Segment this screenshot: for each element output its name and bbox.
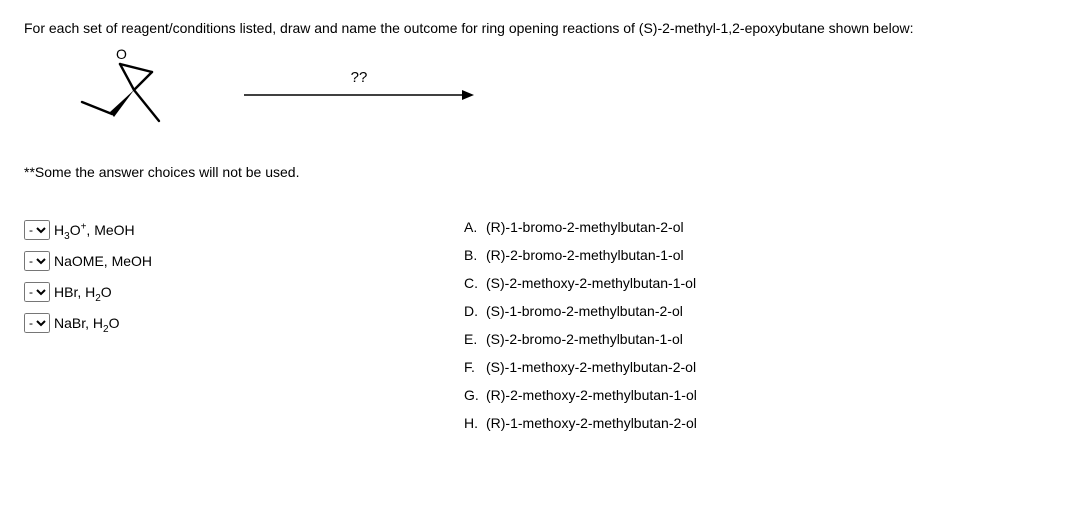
answer-d: D. (S)-1-bromo-2-methylbutan-2-ol — [464, 304, 697, 318]
answer-letter: G. — [464, 388, 480, 402]
answer-letter: D. — [464, 304, 480, 318]
answer-g: G. (R)-2-methoxy-2-methylbutan-1-ol — [464, 388, 697, 402]
question-text: For each set of reagent/conditions liste… — [24, 20, 1059, 36]
reagent-select-2[interactable]: - — [24, 251, 50, 271]
answer-text: (R)-2-bromo-2-methylbutan-1-ol — [486, 248, 684, 262]
reagent-row-2: - NaOME, MeOH — [24, 251, 284, 271]
answer-c: C. (S)-2-methoxy-2-methylbutan-1-ol — [464, 276, 697, 290]
answer-b: B. (R)-2-bromo-2-methylbutan-1-ol — [464, 248, 697, 262]
answer-letter: F. — [464, 360, 480, 374]
answer-h: H. (R)-1-methoxy-2-methylbutan-2-ol — [464, 416, 697, 430]
reagent-label-2: NaOME, MeOH — [54, 253, 152, 269]
answer-a: A. (R)-1-bromo-2-methylbutan-2-ol — [464, 220, 697, 234]
reaction-diagram: O ?? — [64, 46, 1059, 146]
reaction-arrow-icon — [244, 87, 474, 103]
answer-letter: C. — [464, 276, 480, 290]
reagent-select-1[interactable]: - — [24, 220, 50, 240]
answer-choices: A. (R)-1-bromo-2-methylbutan-2-ol B. (R)… — [464, 220, 697, 444]
arrow-label: ?? — [351, 69, 368, 86]
answer-e: E. (S)-2-bromo-2-methylbutan-1-ol — [464, 332, 697, 346]
answer-letter: B. — [464, 248, 480, 262]
reagent-label-1: H3O+, MeOH — [54, 222, 135, 238]
reaction-arrow-group: ?? — [244, 87, 474, 106]
answer-letter: E. — [464, 332, 480, 346]
reagent-row-4: - NaBr, H2O — [24, 313, 284, 333]
answer-letter: H. — [464, 416, 480, 430]
reagent-select-4[interactable]: - — [24, 313, 50, 333]
oxygen-label: O — [116, 46, 127, 62]
reagent-row-1: - H3O+, MeOH — [24, 220, 284, 240]
epoxide-structure: O — [64, 46, 184, 146]
answer-text: (R)-1-bromo-2-methylbutan-2-ol — [486, 220, 684, 234]
reagent-row-3: - HBr, H2O — [24, 282, 284, 302]
reagent-label-4: NaBr, H2O — [54, 315, 119, 331]
note-text: **Some the answer choices will not be us… — [24, 164, 1059, 180]
answer-text: (S)-2-methoxy-2-methylbutan-1-ol — [486, 276, 696, 290]
reagent-select-3[interactable]: - — [24, 282, 50, 302]
answer-f: F. (S)-1-methoxy-2-methylbutan-2-ol — [464, 360, 697, 374]
reagent-label-3: HBr, H2O — [54, 284, 112, 300]
answer-text: (S)-1-bromo-2-methylbutan-2-ol — [486, 304, 683, 318]
answer-text: (S)-1-methoxy-2-methylbutan-2-ol — [486, 360, 696, 374]
reagent-column: - H3O+, MeOH - NaOME, MeOH - HBr, H2O - … — [24, 220, 284, 444]
answer-letter: A. — [464, 220, 480, 234]
answer-text: (S)-2-bromo-2-methylbutan-1-ol — [486, 332, 683, 346]
answer-text: (R)-1-methoxy-2-methylbutan-2-ol — [486, 416, 697, 430]
answer-text: (R)-2-methoxy-2-methylbutan-1-ol — [486, 388, 697, 402]
